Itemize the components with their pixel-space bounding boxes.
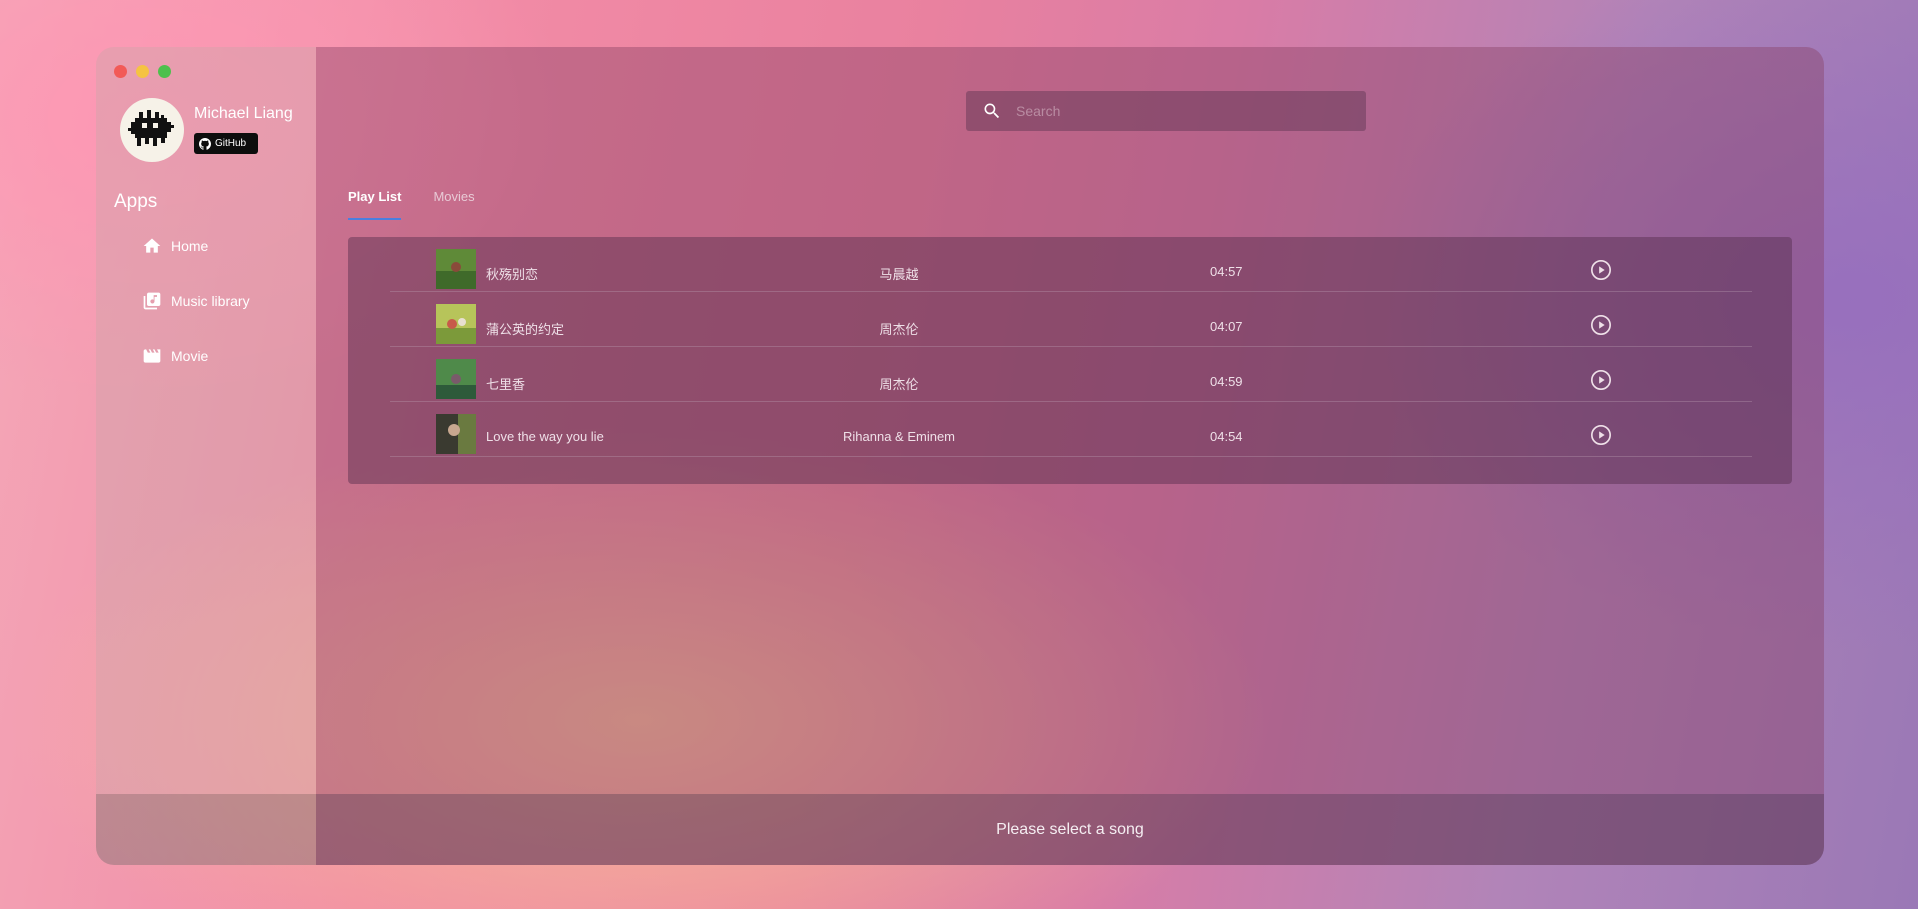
sidebar-item-music-library[interactable]: Music library bbox=[142, 290, 250, 312]
song-artist: 周杰伦 bbox=[879, 377, 919, 392]
song-title: Love the way you lie bbox=[486, 429, 604, 444]
player-status: Please select a song bbox=[316, 794, 1824, 865]
album-cover-thumbnail bbox=[436, 304, 476, 344]
song-title: 蒲公英的约定 bbox=[486, 322, 565, 337]
album-cover-thumbnail bbox=[436, 249, 476, 289]
github-icon bbox=[199, 137, 211, 150]
player-status-text: Please select a song bbox=[996, 820, 1144, 838]
song-duration: 04:57 bbox=[1210, 264, 1243, 279]
music-library-icon bbox=[143, 292, 161, 310]
album-cover-thumbnail bbox=[436, 414, 476, 454]
song-duration: 04:07 bbox=[1210, 319, 1243, 334]
minimize-window-button[interactable] bbox=[136, 65, 149, 78]
sidebar: Michael Liang GitHub Apps Home Music lib… bbox=[96, 47, 316, 794]
table-row[interactable]: Love the way you lie Rihanna & Eminem 04… bbox=[390, 402, 1752, 457]
play-circle-icon[interactable] bbox=[1590, 314, 1612, 336]
song-artist: Rihanna & Eminem bbox=[843, 429, 955, 444]
sidebar-item-movie[interactable]: Movie bbox=[142, 345, 250, 367]
play-circle-icon[interactable] bbox=[1590, 369, 1612, 391]
album-cover-thumbnail bbox=[436, 359, 476, 399]
playlist-table: 秋殇别恋 马晨越 04:57 蒲公英的约定 周杰伦 04:07 七里香 周杰伦 … bbox=[348, 237, 1792, 484]
sidebar-item-label: Music library bbox=[171, 293, 250, 309]
search-bar[interactable] bbox=[966, 91, 1366, 131]
footer-left-panel bbox=[96, 794, 316, 865]
apps-section-title: Apps bbox=[114, 191, 158, 212]
play-circle-icon[interactable] bbox=[1590, 259, 1612, 281]
home-icon bbox=[143, 238, 161, 253]
maximize-window-button[interactable] bbox=[158, 65, 171, 78]
sidebar-nav: Home Music library Movie bbox=[142, 235, 250, 400]
player-footer: Please select a song bbox=[96, 794, 1824, 865]
tab-bar: Play List Movies bbox=[348, 189, 475, 220]
search-icon bbox=[984, 103, 1000, 119]
window-controls bbox=[114, 65, 171, 78]
movie-clapper-icon bbox=[143, 349, 161, 363]
tab-play-list[interactable]: Play List bbox=[348, 189, 402, 220]
tab-movies[interactable]: Movies bbox=[433, 189, 474, 220]
close-window-button[interactable] bbox=[114, 65, 127, 78]
github-badge[interactable]: GitHub bbox=[194, 133, 258, 154]
song-title: 七里香 bbox=[486, 377, 526, 392]
app-window: Michael Liang GitHub Apps Home Music lib… bbox=[96, 47, 1824, 865]
sidebar-item-home[interactable]: Home bbox=[142, 235, 250, 257]
play-circle-icon[interactable] bbox=[1590, 424, 1612, 446]
song-duration: 04:59 bbox=[1210, 374, 1243, 389]
table-row[interactable]: 蒲公英的约定 周杰伦 04:07 bbox=[390, 292, 1752, 347]
sidebar-item-label: Movie bbox=[171, 348, 209, 364]
song-artist: 马晨越 bbox=[879, 267, 919, 282]
avatar bbox=[120, 98, 184, 162]
table-row[interactable]: 秋殇别恋 马晨越 04:57 bbox=[390, 237, 1752, 292]
pixel-creature-icon bbox=[128, 110, 174, 146]
search-input[interactable] bbox=[1016, 103, 1346, 119]
sidebar-item-label: Home bbox=[171, 238, 209, 254]
table-row[interactable]: 七里香 周杰伦 04:59 bbox=[390, 347, 1752, 402]
main-panel: Play List Movies 秋殇别恋 马晨越 04:57 bbox=[316, 47, 1824, 794]
song-title: 秋殇别恋 bbox=[486, 267, 539, 282]
song-artist: 周杰伦 bbox=[879, 322, 919, 337]
song-duration: 04:54 bbox=[1210, 429, 1243, 444]
profile-name: Michael Liang bbox=[194, 105, 293, 122]
github-badge-label: GitHub bbox=[215, 138, 247, 149]
